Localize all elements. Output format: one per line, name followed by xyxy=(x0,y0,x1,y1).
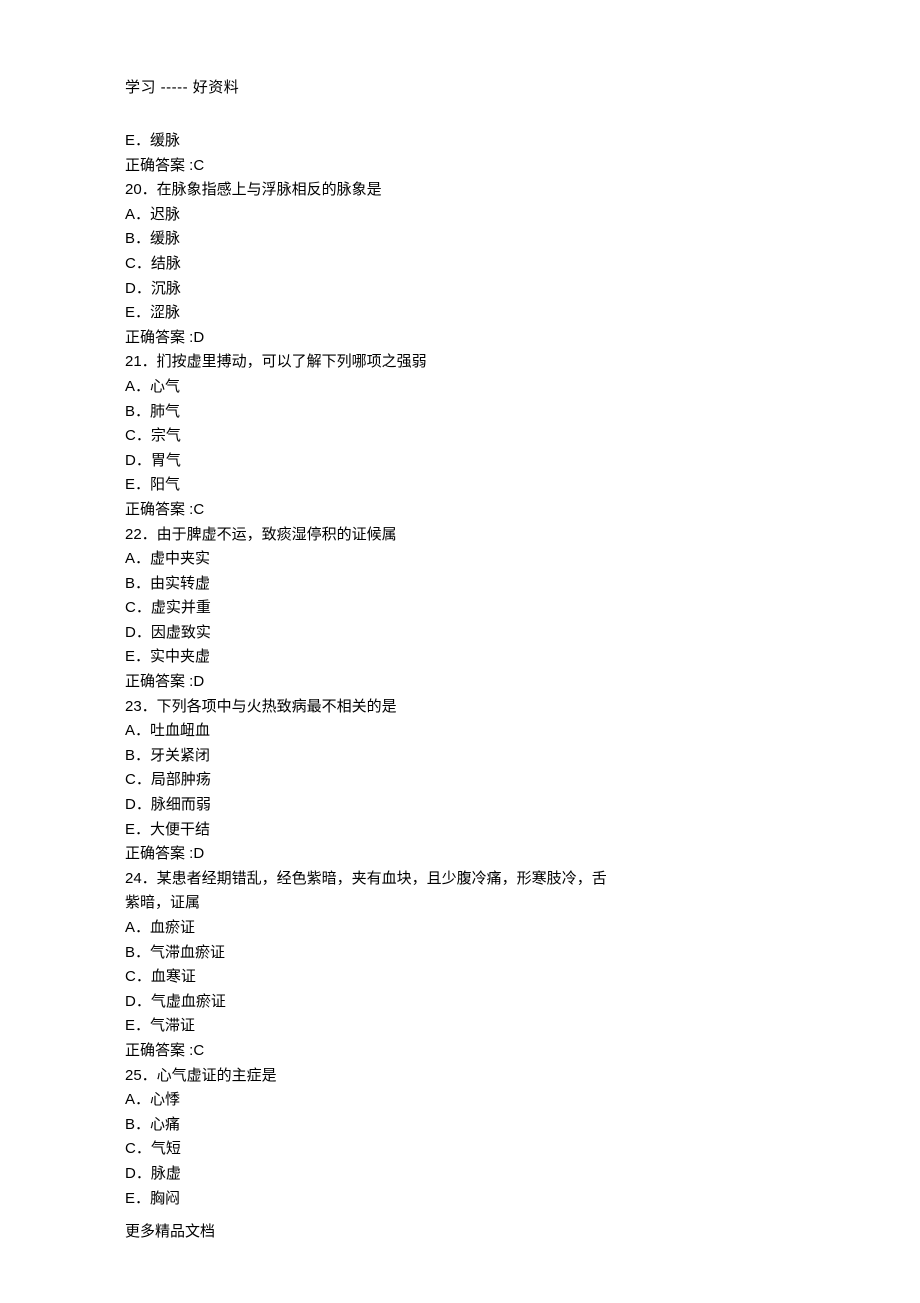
text-line: E．缓脉 xyxy=(125,129,795,154)
text-line: 正确答案 :D xyxy=(125,326,795,351)
text-line: D．因虚致实 xyxy=(125,621,795,646)
text-line: E．大便干结 xyxy=(125,818,795,843)
text-line: B．缓脉 xyxy=(125,227,795,252)
text-line: 23．下列各项中与火热致病最不相关的是 xyxy=(125,695,795,720)
text-line: 紫暗，证属 xyxy=(125,891,795,916)
page-header: 学习 ----- 好资料 xyxy=(125,76,239,97)
text-line: 正确答案 :C xyxy=(125,498,795,523)
text-line: B．牙关紧闭 xyxy=(125,744,795,769)
text-line: D．胃气 xyxy=(125,449,795,474)
text-line: E．涩脉 xyxy=(125,301,795,326)
text-line: E．阳气 xyxy=(125,473,795,498)
text-line: 正确答案 :C xyxy=(125,154,795,179)
document-page: 学习 ----- 好资料 E．缓脉 正确答案 :C 20．在脉象指感上与浮脉相反… xyxy=(0,0,920,1303)
text-line: 24．某患者经期错乱，经色紫暗，夹有血块，且少腹冷痛，形寒肢冷，舌 xyxy=(125,867,795,892)
text-line: B．心痛 xyxy=(125,1113,795,1138)
page-footer: 更多精品文档 xyxy=(125,1220,215,1241)
text-line: 正确答案 :D xyxy=(125,670,795,695)
text-line: A．血瘀证 xyxy=(125,916,795,941)
document-body: E．缓脉 正确答案 :C 20．在脉象指感上与浮脉相反的脉象是 A．迟脉 B．缓… xyxy=(125,129,795,1211)
text-line: A．心气 xyxy=(125,375,795,400)
text-line: 22．由于脾虚不运，致痰湿停积的证候属 xyxy=(125,523,795,548)
text-line: B．由实转虚 xyxy=(125,572,795,597)
text-line: C．血寒证 xyxy=(125,965,795,990)
text-line: 正确答案 :D xyxy=(125,842,795,867)
text-line: D．气虚血瘀证 xyxy=(125,990,795,1015)
text-line: A．吐血衄血 xyxy=(125,719,795,744)
text-line: 正确答案 :C xyxy=(125,1039,795,1064)
text-line: A．迟脉 xyxy=(125,203,795,228)
text-line: C．虚实并重 xyxy=(125,596,795,621)
text-line: C．宗气 xyxy=(125,424,795,449)
text-line: 20．在脉象指感上与浮脉相反的脉象是 xyxy=(125,178,795,203)
text-line: E．气滞证 xyxy=(125,1014,795,1039)
text-line: B．气滞血瘀证 xyxy=(125,941,795,966)
text-line: C．结脉 xyxy=(125,252,795,277)
text-line: A．虚中夹实 xyxy=(125,547,795,572)
text-line: 21．扪按虚里搏动，可以了解下列哪项之强弱 xyxy=(125,350,795,375)
text-line: 25．心气虚证的主症是 xyxy=(125,1064,795,1089)
text-line: B．肺气 xyxy=(125,400,795,425)
text-line: D．脉虚 xyxy=(125,1162,795,1187)
text-line: E．实中夹虚 xyxy=(125,645,795,670)
text-line: C．气短 xyxy=(125,1137,795,1162)
text-line: A．心悸 xyxy=(125,1088,795,1113)
text-line: D．沉脉 xyxy=(125,277,795,302)
text-line: C．局部肿疡 xyxy=(125,768,795,793)
text-line: D．脉细而弱 xyxy=(125,793,795,818)
text-line: E．胸闷 xyxy=(125,1187,795,1212)
